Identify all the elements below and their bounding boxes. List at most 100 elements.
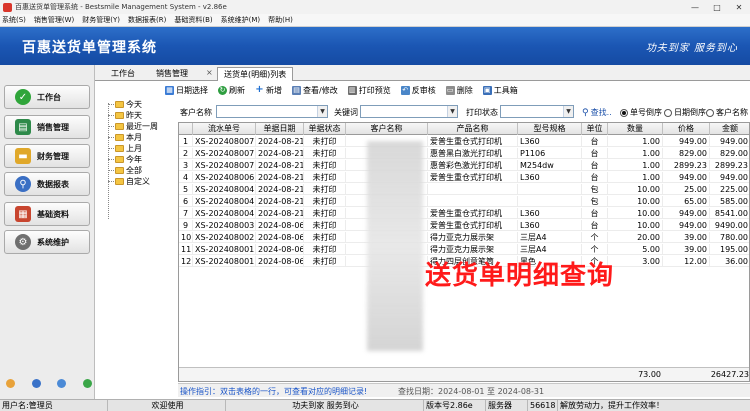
- minimize-button[interactable]: —: [684, 3, 706, 12]
- menu-finance[interactable]: 财务管理(Y): [82, 15, 120, 25]
- info-icon[interactable]: [31, 379, 41, 388]
- warning-icon[interactable]: [6, 379, 15, 388]
- column-header[interactable]: 单位: [582, 123, 608, 135]
- tree-item-this-month[interactable]: 本月: [108, 132, 142, 143]
- table-cell: 2024-08-21: [258, 136, 304, 147]
- menu-sales[interactable]: 销售管理(W): [34, 15, 74, 25]
- menu-reports[interactable]: 数据报表(R): [128, 15, 166, 25]
- page-watermark-title: 送货单明细查询: [425, 261, 615, 291]
- column-header[interactable]: 单据日期: [256, 123, 304, 135]
- table-row[interactable]: 11 XS-202408001 2024-08-06 未打印 得力亚克力展示架 三层A4 个…: [179, 244, 749, 255]
- tree-item-last-week[interactable]: 最近一周: [108, 121, 158, 132]
- print-preview-button[interactable]: ▥ 打印预览: [347, 85, 391, 96]
- table-row[interactable]: 3 XS-202408007 2024-08-21 未打印 惠普彩色激光打印机 M254d…: [179, 160, 749, 171]
- column-header[interactable]: 流水单号: [193, 123, 256, 135]
- column-header[interactable]: [179, 123, 193, 135]
- table-cell: XS-202408007: [195, 148, 256, 159]
- table-row[interactable]: 7 XS-202408004 2024-08-21 未打印 爱普生重仓式打印机 L360 台…: [179, 208, 749, 219]
- status-tagline: 解放劳动力，提升工作效率！: [560, 401, 664, 410]
- column-header[interactable]: 客户名称: [346, 123, 428, 135]
- refresh-button[interactable]: ↻ 刷新: [218, 85, 245, 96]
- unapprove-button[interactable]: ↶ 反审核: [400, 85, 436, 96]
- search-button[interactable]: ⚲ 查找..: [582, 107, 612, 118]
- table-row[interactable]: 4 XS-202408006 2024-08-21 未打印 爱普生重仓式打印机 L360 台…: [179, 172, 749, 183]
- menu-system[interactable]: 系统(S): [2, 15, 26, 25]
- add-button[interactable]: + 新增: [255, 85, 282, 96]
- delete-button[interactable]: ▭ 删除: [445, 85, 473, 96]
- sort-by-number-radio[interactable]: 单号倒序: [620, 107, 662, 118]
- tree-item-custom[interactable]: 自定义: [108, 176, 150, 187]
- document-icon: ▤: [292, 85, 301, 95]
- close-window-button[interactable]: ✕: [728, 3, 750, 12]
- table-cell: L360: [518, 220, 582, 231]
- nav-reports-button[interactable]: ⚲ 数据报表: [4, 172, 90, 196]
- table-row[interactable]: 6 XS-202408004 2024-08-21 未打印 包 10.00 65.00 585…: [179, 196, 749, 207]
- toolbar: ▦ 日期选择 ↻ 刷新 + 新增 ▤ 查看/修改 ▥ 打印预览 ↶ 反审核 ▭ 删除 ▣ 工具箱: [165, 83, 528, 97]
- menu-basic-data[interactable]: 基础资料(B): [174, 15, 212, 25]
- tree-item-this-year[interactable]: 今年: [108, 154, 142, 165]
- column-header[interactable]: 数量: [608, 123, 663, 135]
- tab-delivery-detail-list[interactable]: 送货单(明细)列表: [217, 67, 294, 81]
- column-header[interactable]: 价格: [663, 123, 710, 135]
- radio-icon: [664, 108, 672, 117]
- table-cell: XS-202408004: [195, 184, 256, 195]
- table-row[interactable]: 9 XS-202408003 2024-08-06 未打印 爱普生重仓式打印机 L360 台…: [179, 220, 749, 231]
- nav-finance-button[interactable]: ▬ 财务管理: [4, 144, 90, 168]
- table-cell: 爱普生重仓式打印机: [428, 220, 518, 231]
- column-header[interactable]: 单据状态: [304, 123, 346, 135]
- nav-maintenance-button[interactable]: ⚙ 系统维护: [4, 230, 90, 254]
- customer-select[interactable]: ▼: [216, 105, 328, 118]
- tree-item-today[interactable]: 今天: [108, 99, 142, 110]
- table-cell: 9: [179, 220, 193, 231]
- table-row[interactable]: 5 XS-202408004 2024-08-21 未打印 包 10.00 25.00 225…: [179, 184, 749, 195]
- keyword-select[interactable]: ▼: [360, 105, 458, 118]
- table-cell: 10.00: [608, 196, 663, 207]
- nav-sales-button[interactable]: ▤ 销售管理: [4, 115, 90, 139]
- column-header[interactable]: 型号规格: [518, 123, 582, 135]
- table-cell: 25.00: [663, 184, 710, 195]
- table-row[interactable]: 2 XS-202408007 2024-08-21 未打印 惠普黑白激光打印机 P1106…: [179, 148, 749, 159]
- undo-doc-icon: ↶: [400, 85, 410, 95]
- table-cell: 台: [582, 220, 608, 231]
- app-banner: 百惠送货单管理系统 功夫到家 服务到心: [0, 27, 750, 65]
- table-cell: 949.00: [663, 136, 710, 147]
- table-cell: 未打印: [304, 172, 346, 183]
- table-cell: 1: [179, 136, 193, 147]
- menu-maintenance[interactable]: 系统维护(M): [221, 15, 261, 25]
- nav-workbench-button[interactable]: ✓ 工作台: [4, 85, 90, 109]
- table-cell: XS-202408001: [195, 256, 256, 267]
- maximize-button[interactable]: □: [706, 3, 728, 12]
- table-cell: 585.00: [710, 196, 749, 207]
- table-row[interactable]: 1 XS-202408007 2024-08-21 未打印 爱普生重仓式打印机 L360 台…: [179, 136, 749, 147]
- column-header[interactable]: 金额: [710, 123, 749, 135]
- print-status-select[interactable]: ▼: [500, 105, 574, 118]
- tab-close-icon[interactable]: ×: [206, 68, 213, 77]
- table-cell: [428, 196, 518, 207]
- sort-by-date-radio[interactable]: 日期倒序: [664, 107, 706, 118]
- refresh-icon[interactable]: [82, 379, 92, 388]
- tree-item-last-month[interactable]: 上月: [108, 143, 142, 154]
- table-cell: 未打印: [304, 220, 346, 231]
- table-row[interactable]: 10 XS-202408002 2024-08-06 未打印 得力亚克力展示架 三层A4 个…: [179, 232, 749, 243]
- menu-help[interactable]: 帮助(H): [268, 15, 293, 25]
- table-cell: 个: [582, 232, 608, 243]
- table-cell: 10.00: [608, 184, 663, 195]
- table-cell: 2024-08-06: [258, 244, 304, 255]
- view-edit-button[interactable]: ▤ 查看/修改: [292, 85, 338, 96]
- tab-sales[interactable]: 销售管理: [150, 67, 194, 81]
- toolbox-button[interactable]: ▣ 工具箱: [482, 85, 518, 96]
- date-select-button[interactable]: ▦ 日期选择: [165, 85, 208, 96]
- nav-basic-data-button[interactable]: ▦ 基础资料: [4, 202, 90, 226]
- sort-by-customer-radio[interactable]: 客户名称: [706, 107, 748, 118]
- column-header[interactable]: 产品名称: [428, 123, 518, 135]
- monitor-icon[interactable]: [57, 379, 67, 388]
- table-cell: 6: [179, 196, 193, 207]
- tree-item-all[interactable]: 全部: [108, 165, 142, 176]
- folder-icon: [115, 112, 124, 119]
- tab-workbench[interactable]: 工作台: [105, 67, 141, 81]
- radio-selected-icon: [620, 108, 628, 117]
- tree-item-yesterday[interactable]: 昨天: [108, 110, 142, 121]
- search-icon: ⚲: [582, 107, 589, 118]
- trash-icon: ▭: [445, 85, 455, 95]
- table-cell: 2024-08-06: [258, 220, 304, 231]
